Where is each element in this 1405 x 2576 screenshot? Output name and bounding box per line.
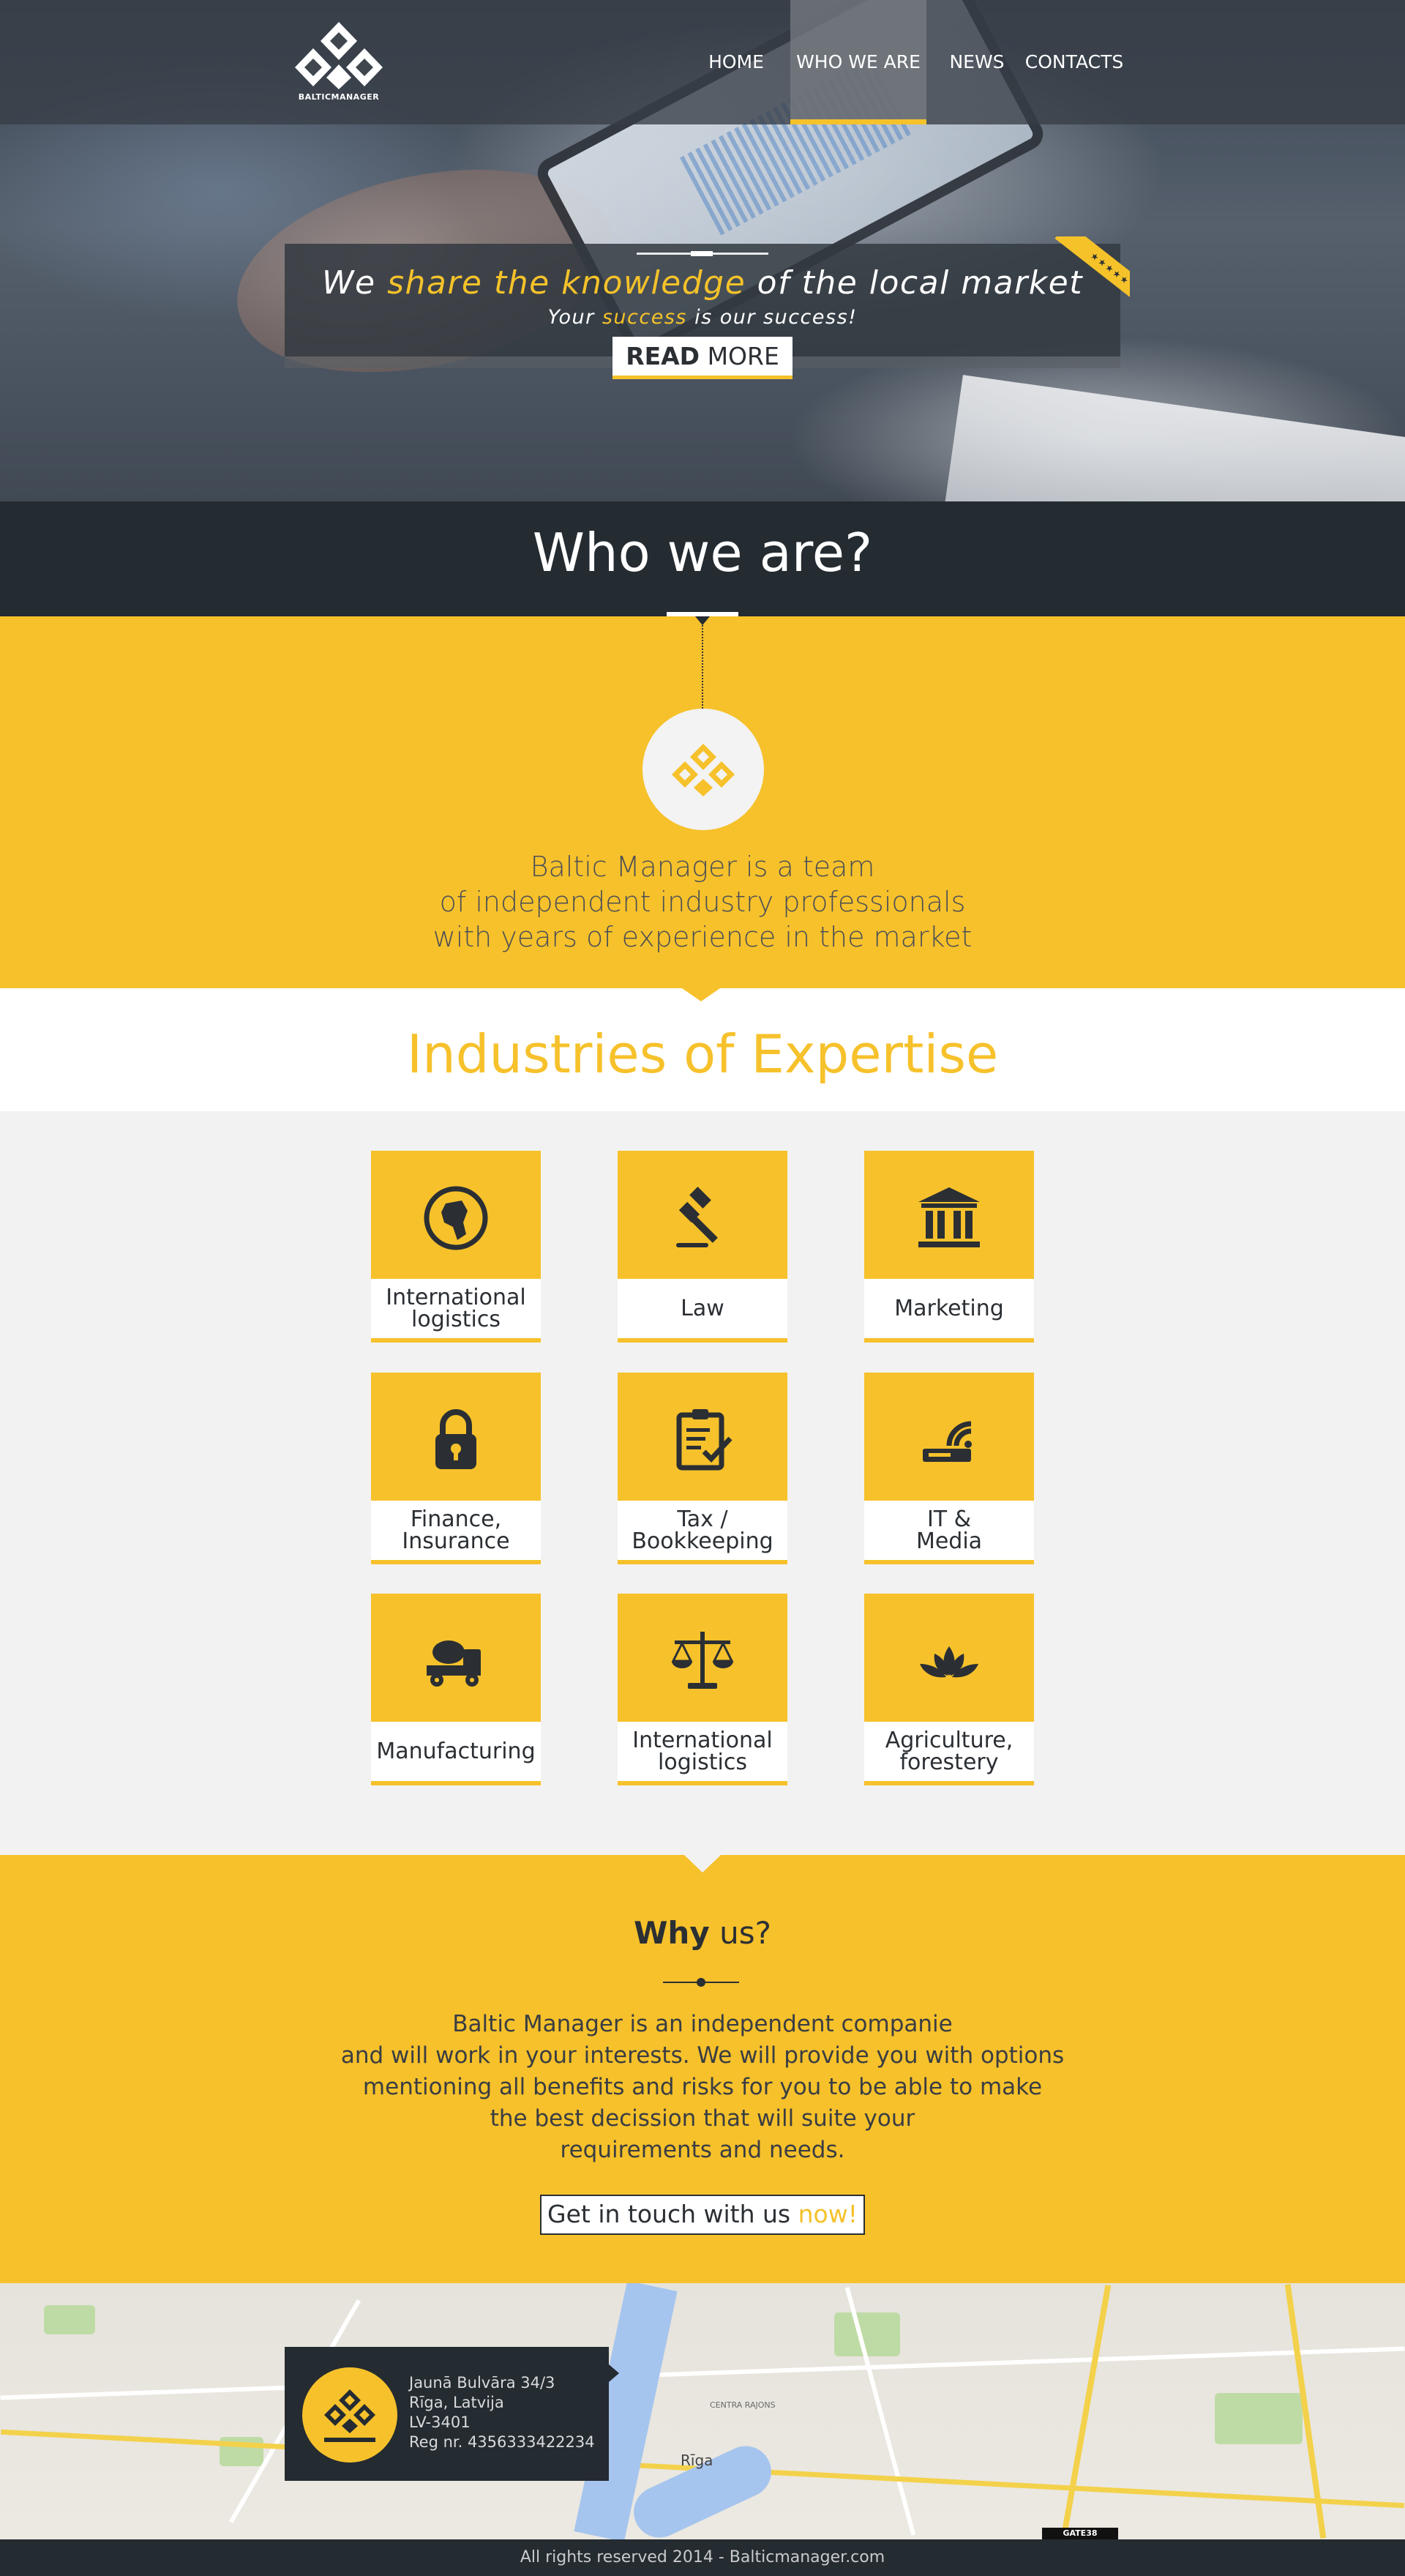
map-park (834, 2312, 900, 2356)
clipboard-icon (676, 1409, 733, 1471)
industry-label: Law (681, 1295, 724, 1321)
industries-title: Industries of Expertise (406, 1023, 999, 1085)
footer-copyright: All rights reserved 2014 - Balticmanager… (520, 2548, 885, 2566)
banner-divider-accent (691, 251, 713, 256)
industry-card[interactable]: IT & Media (864, 1373, 1034, 1570)
top-navigation-bar: BALTICMANAGER HOME WHO WE ARE NEWS CONTA… (0, 0, 1405, 124)
nav-home[interactable]: HOME (700, 0, 773, 124)
map-district-label: CENTRA RAJONS (710, 2400, 776, 2410)
lock-icon (435, 1409, 476, 1469)
location-map[interactable]: Rīga CENTRA RAJONS (0, 2283, 1405, 2539)
address-zip: LV-3401 (409, 2413, 471, 2431)
globe-icon (424, 1186, 488, 1250)
footer: All rights reserved 2014 - Balticmanager… (0, 2539, 1405, 2576)
industry-label: Manufacturing (376, 1738, 536, 1764)
address-pointer-icon (609, 2364, 619, 2382)
nav-contacts[interactable]: CONTACTS (1024, 0, 1124, 124)
lotus-icon (920, 1646, 978, 1678)
industry-card[interactable]: Manufacturing (371, 1594, 541, 1791)
pointer-arrow-icon (695, 616, 710, 625)
mixer-truck-icon (427, 1640, 481, 1687)
scales-icon (671, 1632, 734, 1689)
industry-label: International (386, 1284, 526, 1310)
map-city-label: Rīga (681, 2452, 713, 2469)
read-more-button[interactable]: READ MORE (612, 337, 793, 379)
who-we-are-description: Baltic Manager is a team of independent … (432, 851, 973, 953)
corner-ribbon: ★★★★★ (1042, 236, 1130, 302)
who-we-are-title: Who we are? (532, 522, 873, 583)
industry-card[interactable]: Marketing (864, 1151, 1034, 1348)
who-we-are-section: Baltic Manager is a team of independent … (0, 616, 1405, 988)
section-notch (682, 988, 720, 1001)
logo-mark-icon (295, 22, 383, 89)
bank-icon (918, 1187, 980, 1247)
why-us-title: Why us? (634, 1915, 771, 1951)
map-park (44, 2305, 95, 2334)
who-we-are-header: Who we are? (0, 501, 1405, 616)
hero-photo-paper (944, 375, 1405, 501)
hero-headline: We share the knowledge of the local mark… (322, 264, 1083, 302)
address-logo (302, 2367, 397, 2463)
industry-label: Bookkeeping (632, 1528, 773, 1554)
logo-mark-icon (672, 744, 735, 796)
industry-label: Marketing (894, 1295, 1004, 1321)
nav-news[interactable]: NEWS (944, 0, 1010, 124)
gate38-badge[interactable]: GATE38 (1042, 2528, 1118, 2539)
map-park (1215, 2393, 1303, 2444)
industry-label: Finance, (410, 1506, 502, 1532)
industry-card[interactable]: International logistics (618, 1594, 787, 1791)
address-text: Jaunā Bulvāra 34/3 Rīga, Latvija LV-3401… (409, 2373, 595, 2452)
why-us-section: Why us? Baltic Manager is an independent… (0, 1855, 1405, 2283)
dotted-connector (702, 625, 703, 714)
industries-header: Industries of Expertise (0, 988, 1405, 1111)
map-road (0, 2346, 1405, 2400)
industry-card[interactable]: Finance, Insurance (371, 1373, 541, 1570)
industry-label: IT & (926, 1506, 972, 1532)
why-us-description: Baltic Manager is an independent compani… (340, 2011, 1065, 2163)
address-city: Rīga, Latvija (409, 2394, 504, 2411)
logo-text: BALTICMANAGER (298, 92, 380, 102)
industry-label: Agriculture, (885, 1727, 1014, 1753)
industry-label: Tax / (677, 1506, 728, 1532)
address-card: Jaunā Bulvāra 34/3 Rīga, Latvija LV-3401… (285, 2347, 609, 2481)
why-divider-dot (697, 1978, 705, 1987)
nav-who-we-are[interactable]: WHO WE ARE (790, 0, 926, 124)
industry-label: Media (915, 1528, 983, 1554)
industry-label: logistics (658, 1749, 747, 1775)
industry-label: International (632, 1727, 773, 1753)
router-icon (923, 1421, 972, 1462)
industries-grid: International logistics Law Marketing Fi… (0, 1111, 1405, 1855)
logo-mark-icon (324, 2389, 375, 2442)
site-logo[interactable]: BALTICMANAGER (284, 19, 394, 107)
gavel-icon (676, 1187, 718, 1247)
industry-label: Insurance (402, 1528, 510, 1554)
team-logo-badge (642, 709, 764, 830)
industry-label: forestery (899, 1749, 999, 1775)
industry-label: logistics (411, 1306, 501, 1332)
get-in-touch-button[interactable]: Get in touch with us now! (540, 2195, 865, 2235)
address-reg: Reg nr. 4356333422234 (409, 2433, 595, 2451)
ribbon-stars: ★★★★★ (1054, 236, 1130, 302)
address-street: Jaunā Bulvāra 34/3 (409, 2374, 555, 2392)
industry-card[interactable]: Agriculture, forestery (864, 1594, 1034, 1791)
section-notch (684, 1855, 721, 1873)
map-highway (1060, 2284, 1112, 2539)
industry-card[interactable]: International logistics (371, 1151, 541, 1348)
industry-card[interactable]: Law (618, 1151, 787, 1348)
hero-subline: Your success is our success! (547, 306, 858, 329)
industry-card[interactable]: Tax / Bookkeeping (618, 1373, 787, 1570)
